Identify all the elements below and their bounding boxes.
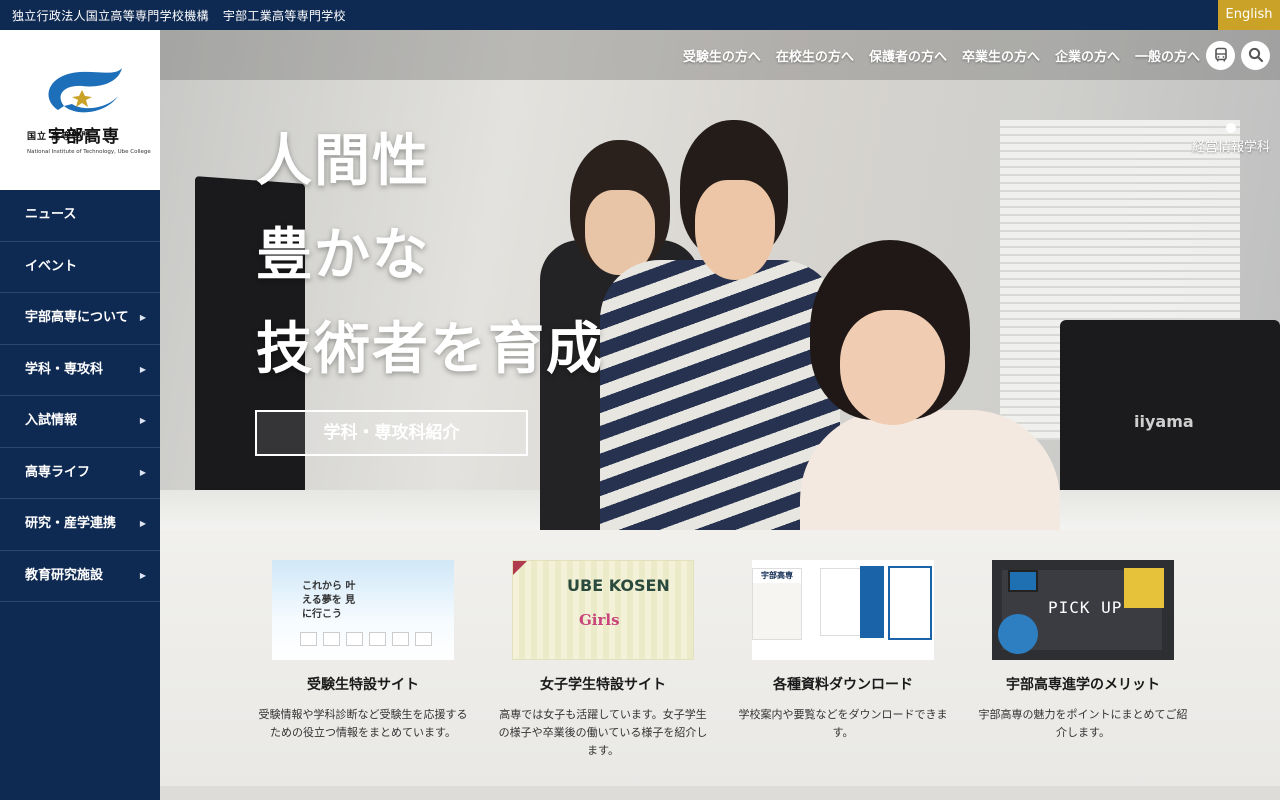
triangle-right-icon: ▶: [139, 467, 146, 477]
triangle-right-icon: ▶: [139, 416, 146, 425]
student-3-face: [840, 310, 945, 425]
logo-link[interactable]: 国立 高等専門宇部高専 National Institute of Techno…: [0, 30, 160, 190]
card-title: 女子学生特設サイト: [540, 677, 666, 693]
card-female-students-site[interactable]: UBE KOSEN Girls 女子学生特設サイト 高専では女子も活躍しています…: [498, 560, 708, 760]
card-thumbnail: これから 叶える夢を 見に行こう: [272, 560, 454, 660]
sidebar-item-label: ニュース: [25, 207, 77, 222]
thumb-text-2: Girls: [579, 611, 620, 629]
pin-icon: [1225, 123, 1236, 133]
link-general[interactable]: 一般の方へ: [1135, 46, 1200, 65]
feature-cards: これから 叶える夢を 見に行こう 受験生特設サイト 受験情報や学科診断など受験生…: [160, 530, 1280, 800]
sidebar-item-label: 教育研究施設: [25, 567, 104, 583]
search-button[interactable]: [1241, 40, 1270, 70]
sidebar-item-label: 研究・産学連携: [25, 516, 117, 531]
logo-prefix: 国立 高等専門: [27, 131, 92, 142]
card-downloads[interactable]: 宇部高専 各種資料ダウンロード 学校案内や要覧などをダウンロードできます。: [738, 560, 948, 742]
brochure-3: [860, 566, 884, 638]
sidebar-item-admissions[interactable]: 入試情報 ▶: [0, 396, 160, 448]
thumb-text: PICK UP: [1048, 598, 1123, 617]
card-title: 各種資料ダウンロード: [773, 677, 913, 693]
monitor-right: iiyama: [1060, 320, 1280, 510]
top-bar: 独立行政法人国立高等専門学校機構 宇部工業高等専門学校 English: [0, 0, 1280, 30]
brochure-2: [820, 568, 864, 636]
sidebar-item-label: 入試情報: [25, 413, 78, 428]
card-description: 宇部高専の魅力をポイントにまとめてご紹介します。: [978, 708, 1188, 739]
thumb-text: これから 叶える夢を 見に行こう: [302, 581, 356, 620]
logo-main: 宇部高専: [48, 127, 120, 147]
headline-line-2: 豊かな: [256, 223, 430, 288]
globe-icon: [998, 614, 1038, 654]
card-thumbnail: PICK UP: [992, 560, 1174, 660]
school-name[interactable]: 宇部工業高等専門学校: [223, 9, 346, 23]
link-students[interactable]: 在校生の方へ: [776, 46, 854, 65]
link-alumni[interactable]: 卒業生の方へ: [962, 46, 1040, 65]
link-parents[interactable]: 保護者の方へ: [869, 46, 947, 65]
thumb-text-1: UBE KOSEN: [567, 576, 670, 595]
utility-nav: 受験生の方へ 在校生の方へ 保護者の方へ 卒業生の方へ 企業の方へ 一般の方へ: [668, 40, 1270, 70]
card-thumbnail: UBE KOSEN Girls: [512, 560, 694, 660]
card-description: 受験情報や学科診断など受験生を応援するための役立つ情報をまとめています。: [258, 708, 468, 739]
access-button[interactable]: [1206, 40, 1235, 70]
sidebar-item-research[interactable]: 研究・産学連携 ▶: [0, 499, 160, 551]
card-merits[interactable]: PICK UP 宇部高専進学のメリット 宇部高専の魅力をポイントにまとめてご紹介…: [978, 560, 1188, 742]
link-applicants[interactable]: 受験生の方へ: [683, 46, 761, 65]
bus-icon: [1214, 47, 1227, 62]
thumb-text: 宇部高専: [753, 569, 801, 583]
search-icon: [1248, 47, 1263, 63]
english-button[interactable]: English: [1218, 0, 1280, 30]
link-companies[interactable]: 企業の方へ: [1055, 46, 1120, 65]
logo-text: 国立 高等専門宇部高専 National Institute of Techno…: [27, 122, 151, 155]
hero-headline: 人間性 豊かな 技術者を育成: [256, 115, 604, 397]
monitor-brand: iiyama: [1134, 412, 1194, 431]
hero-banner: iiyama 受験生の方へ 在校生の方へ 保護者の方へ 卒業生の方へ 企業の方へ…: [160, 30, 1280, 530]
sidebar-item-label: 学科・専攻科: [25, 361, 104, 377]
card-thumbnail: 宇部高専: [752, 560, 934, 660]
student-3-body: [800, 410, 1060, 530]
department-tag-label: 経営情報学科: [1191, 140, 1270, 155]
card-title: 宇部高専進学のメリット: [1006, 677, 1160, 693]
thumb-icons: [300, 632, 432, 646]
triangle-right-icon: ▶: [139, 364, 146, 374]
sidebar-item-campus-life[interactable]: 高専ライフ ▶: [0, 448, 160, 499]
headline-line-1: 人間性: [256, 129, 430, 194]
card-applicants-site[interactable]: これから 叶える夢を 見に行こう 受験生特設サイト 受験情報や学科診断など受験生…: [258, 560, 468, 742]
logo-mark-icon: [48, 68, 122, 113]
triangle-right-icon: ▶: [139, 519, 146, 528]
department-tag[interactable]: 経営情報学科: [1192, 123, 1270, 155]
sidebar-item-news[interactable]: ニュース: [0, 190, 160, 242]
card-title: 受験生特設サイト: [307, 677, 419, 693]
sidebar: 国立 高等専門宇部高専 National Institute of Techno…: [0, 30, 160, 800]
brochure-4: [888, 566, 932, 640]
sidebar-item-facilities[interactable]: 教育研究施設 ▶: [0, 551, 160, 602]
card-description: 高専では女子も活躍しています。女子学生の様子や卒業後の働いている様子を紹介します…: [498, 708, 708, 757]
triangle-right-icon: ▶: [139, 570, 146, 580]
org-name[interactable]: 独立行政法人国立高等専門学校機構: [12, 9, 209, 23]
sidebar-item-about[interactable]: 宇部高専について ▶: [0, 293, 160, 345]
card-description: 学校案内や要覧などをダウンロードできます。: [738, 708, 948, 739]
headline-line-3: 技術者を育成: [256, 317, 604, 382]
departments-intro-button[interactable]: 学科・専攻科紹介: [255, 410, 528, 456]
sidebar-item-label: 宇部高専について: [25, 310, 129, 325]
triangle-right-icon: ▶: [139, 313, 146, 322]
sidebar-item-events[interactable]: イベント: [0, 242, 160, 293]
student-2-face: [695, 180, 775, 280]
logo-sub: National Institute of Technology, Ube Co…: [27, 149, 151, 155]
sidebar-item-label: イベント: [25, 258, 78, 274]
ribbon-corner: [513, 561, 527, 575]
bottom-band: [160, 786, 1280, 800]
brochure-1: 宇部高専: [752, 568, 802, 640]
tv-icon: [1008, 570, 1038, 592]
school-icon: [1124, 568, 1164, 608]
sidebar-nav: ニュース イベント 宇部高専について ▶ 学科・専攻科 ▶ 入試情報 ▶ 高専ライフ ▶…: [0, 190, 160, 602]
sidebar-item-label: 高専ライフ: [25, 464, 91, 480]
sidebar-item-departments[interactable]: 学科・専攻科 ▶: [0, 345, 160, 396]
org-heading: 独立行政法人国立高等専門学校機構 宇部工業高等専門学校: [12, 7, 346, 24]
